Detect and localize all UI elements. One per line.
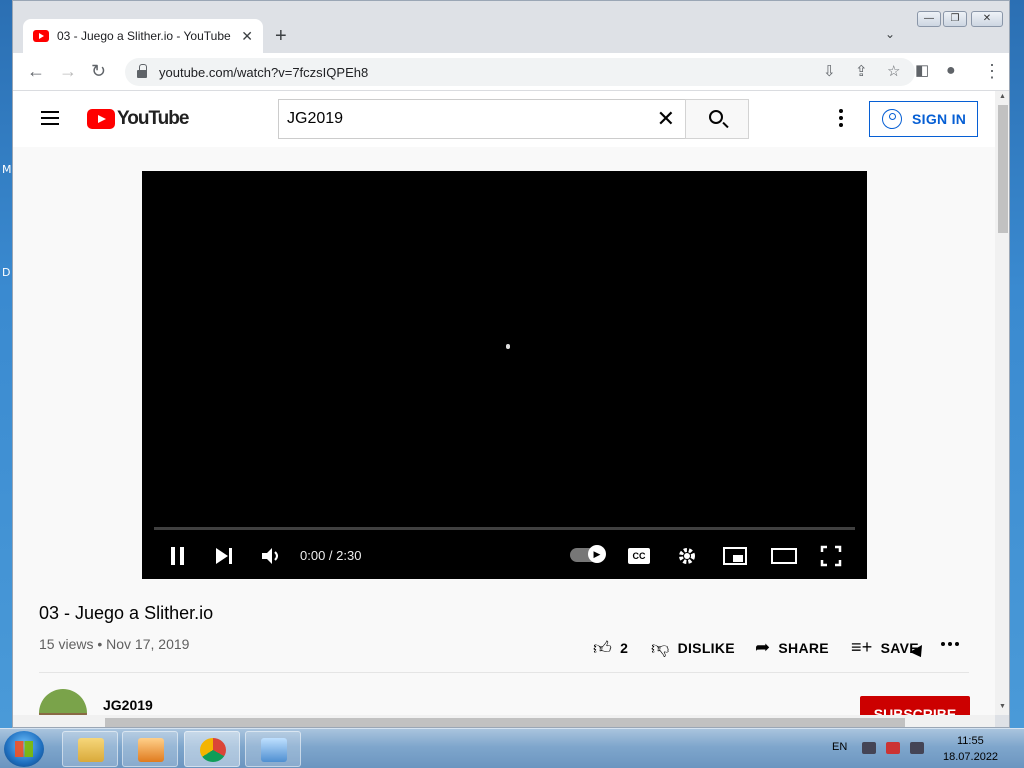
start-button[interactable] (4, 731, 44, 767)
folder-icon (78, 738, 104, 762)
search-icon (709, 110, 723, 124)
browser-menu-icon[interactable]: ⋮ (983, 61, 1001, 81)
thumbs-up-icon: 👍︎ (593, 638, 613, 658)
scroll-up-icon[interactable]: ▲ (999, 93, 1006, 100)
taskbar: EN 11:55 18.07.2022 (0, 728, 1024, 768)
autoplay-toggle[interactable] (570, 545, 606, 563)
share-button[interactable]: ➦ SHARE (755, 637, 829, 658)
tab-search-icon[interactable]: ⌄ (885, 27, 895, 41)
settings-menu-icon[interactable] (839, 109, 843, 130)
next-video-icon[interactable] (214, 545, 234, 567)
reload-icon[interactable]: ↻ (91, 61, 106, 81)
search-query[interactable]: JG2019 (287, 110, 657, 128)
like-count: 2 (620, 640, 629, 656)
action-center-icon[interactable] (862, 742, 876, 754)
sign-in-button[interactable]: SIGN IN (869, 101, 978, 137)
media-player-icon (138, 738, 164, 762)
hamburger-menu-icon[interactable] (41, 111, 59, 125)
vertical-scroll-thumb[interactable] (998, 105, 1008, 233)
dislike-button[interactable]: 👎︎ DISLIKE (651, 637, 735, 659)
share-arrow-icon: ➦ (755, 637, 771, 657)
tab-title: 03 - Juego a Slither.io - YouTube (57, 29, 231, 43)
share-label: SHARE (778, 639, 829, 656)
speaker-icon[interactable] (910, 742, 924, 754)
divider (39, 672, 969, 673)
horizontal-scroll-thumb[interactable] (105, 718, 905, 727)
playlist-add-icon: ≡+ (851, 637, 873, 657)
channel-name[interactable]: JG2019 (103, 697, 153, 713)
search-button[interactable] (685, 99, 749, 139)
clock-time[interactable]: 11:55 (957, 735, 984, 747)
maximize-button[interactable]: ❐ (943, 11, 967, 27)
close-window-button[interactable]: ✕ (971, 11, 1003, 27)
clock-date[interactable]: 18.07.2022 (943, 751, 998, 763)
new-tab-button[interactable]: + (275, 25, 287, 48)
gear-icon[interactable] (676, 545, 698, 567)
youtube-play-icon (87, 109, 115, 129)
tab-strip: 03 - Juego a Slither.io - YouTube ✕ + ⌄ … (13, 1, 1009, 53)
tab-close-icon[interactable]: ✕ (241, 28, 253, 45)
desktop-icon-label[interactable]: M (2, 163, 12, 176)
subscribe-button[interactable]: SUBSCRIBE (860, 696, 970, 715)
video-meta: 15 views • Nov 17, 2019 (39, 636, 190, 652)
taskbar-chrome[interactable] (184, 731, 240, 767)
subtitles-button[interactable]: CC (628, 548, 650, 564)
side-panel-icon[interactable]: ◧ (915, 61, 929, 81)
avatar[interactable] (39, 689, 87, 715)
time-display: 0:00 / 2:30 (300, 548, 362, 563)
url-text[interactable]: youtube.com/watch?v=7fczsIQPEh8 (159, 65, 368, 80)
install-app-icon[interactable]: ⇩ (823, 62, 836, 80)
fullscreen-icon[interactable] (820, 545, 842, 567)
vertical-scrollbar[interactable]: ▲ ▼ (995, 91, 1009, 715)
taskbar-media-player[interactable] (122, 731, 178, 767)
scroll-down-icon[interactable]: ▼ (999, 703, 1006, 710)
masthead: YouTube JG2019 ✕ SIGN IN (13, 91, 995, 147)
video-player[interactable]: 0:00 / 2:30 CC (142, 171, 867, 579)
address-bar[interactable]: youtube.com/watch?v=7fczsIQPEh8 ⇩ ⇪ ☆ (125, 58, 915, 86)
browser-toolbar: ← → ↻ youtube.com/watch?v=7fczsIQPEh8 ⇩ … (13, 53, 1009, 91)
volume-icon[interactable] (260, 545, 282, 567)
browser-tab[interactable]: 03 - Juego a Slither.io - YouTube ✕ (23, 19, 263, 53)
save-button[interactable]: ≡+ SAVE (851, 637, 919, 658)
thumbs-down-icon: 👎︎ (651, 638, 670, 658)
video-title: 03 - Juego a Slither.io (39, 603, 214, 623)
youtube-logo-text: YouTube (117, 108, 189, 129)
more-actions-icon[interactable] (941, 642, 962, 646)
bookmark-star-icon[interactable]: ☆ (887, 62, 900, 80)
control-panel-icon (261, 738, 287, 762)
youtube-logo[interactable]: YouTube (87, 108, 189, 130)
forward-arrow-icon[interactable]: → (59, 61, 77, 81)
loading-spinner-icon (506, 344, 510, 349)
minimize-button[interactable]: — (917, 11, 941, 27)
youtube-page: YouTube JG2019 ✕ SIGN IN 0:00 / 2:30 ▶ C… (13, 91, 995, 715)
search-input[interactable]: JG2019 ✕ (278, 99, 686, 139)
back-arrow-icon[interactable]: ← (27, 61, 45, 81)
share-page-icon[interactable]: ⇪ (855, 62, 868, 80)
browser-window: 03 - Juego a Slither.io - YouTube ✕ + ⌄ … (12, 0, 1010, 728)
dislike-label: DISLIKE (677, 640, 735, 656)
taskbar-explorer[interactable] (62, 731, 118, 767)
language-indicator[interactable]: EN (832, 741, 847, 753)
pause-icon[interactable] (168, 545, 188, 567)
account-icon (882, 109, 902, 129)
clear-search-icon[interactable]: ✕ (657, 106, 675, 132)
taskbar-control-panel[interactable] (245, 731, 301, 767)
progress-bar[interactable] (154, 527, 855, 530)
sign-in-label: SIGN IN (912, 111, 967, 127)
profile-icon[interactable]: ● (946, 61, 956, 81)
chrome-icon (200, 738, 226, 762)
desktop-icon-label[interactable]: D (2, 266, 10, 279)
horizontal-scrollbar[interactable] (13, 715, 995, 727)
network-icon[interactable] (886, 742, 900, 754)
like-button[interactable]: 👍︎ 2 (593, 637, 628, 659)
youtube-favicon-icon (33, 30, 49, 42)
lock-icon[interactable] (137, 64, 147, 78)
miniplayer-icon[interactable] (722, 545, 748, 567)
theater-mode-icon[interactable] (770, 545, 798, 567)
